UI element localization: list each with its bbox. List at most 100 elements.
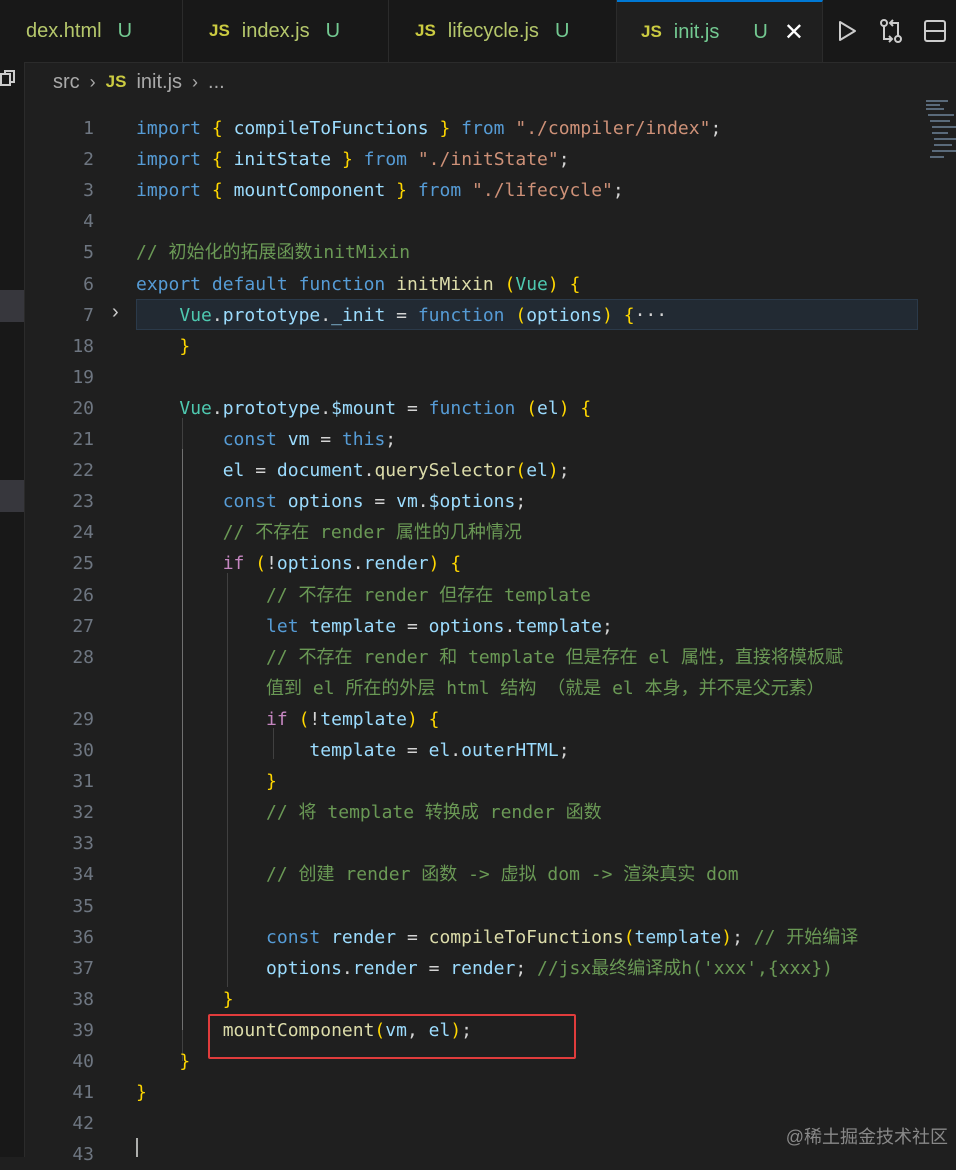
tab-index-js[interactable]: JS index.js U [183,0,389,62]
copy-icon[interactable] [0,70,18,88]
annotation-highlight-box [208,1014,576,1059]
code-line[interactable]: export default function initMixin (Vue) … [136,269,580,300]
code-line[interactable]: // 创建 render 函数 -> 虚拟 dom -> 渲染真实 dom [136,859,739,890]
breadcrumb-file[interactable]: init.js [136,71,182,94]
line-number: 26 [72,584,94,606]
minimap-line [932,132,948,134]
line-number: 4 [83,211,94,233]
tab-init-js[interactable]: JS init.js U ✕ [617,0,823,62]
minimap[interactable] [924,98,956,168]
close-icon[interactable]: ✕ [784,18,804,47]
line-number: 35 [72,895,94,917]
minimap-line [926,108,944,110]
code-line[interactable]: options.render = render; //jsx最终编译成h('xx… [136,953,833,984]
code-line[interactable]: } [136,984,234,1015]
line-number: 20 [72,397,94,419]
js-file-icon: JS [415,21,436,40]
compare-changes-icon[interactable] [876,16,906,46]
line-number: 3 [83,180,94,202]
code-line[interactable]: Vue.prototype._init = function (options)… [136,300,667,331]
minimap-line [926,104,940,106]
js-file-icon: JS [105,72,127,91]
code-line[interactable]: } [136,1046,190,1077]
line-number: 25 [72,553,94,575]
code-line[interactable]: // 不存在 render 属性的几种情况 [136,517,522,548]
line-number: 34 [72,864,94,886]
code-line[interactable]: // 将 template 转换成 render 函数 [136,797,602,828]
line-number: 41 [72,1082,94,1104]
line-number: 36 [72,926,94,948]
line-number: 30 [72,740,94,761]
code-line[interactable]: const vm = this; [136,424,396,455]
line-number: 31 [72,771,94,793]
code-line[interactable]: 值到 el 所在的外层 html 结构 （就是 el 本身，并不是父元素） [136,673,825,704]
code-line[interactable]: let template = options.template; [136,611,613,642]
code-line[interactable]: const render = compileToFunctions(templa… [136,922,858,953]
line-number: 7 [83,304,94,326]
fold-chevron-icon[interactable]: › [112,301,119,324]
code-editor[interactable]: › 1 2 3 4 5 6 7 18 19 20 21 22 23 24 25 26 27 28 29 30 31 32 3… [24,98,956,1165]
chevron-right-icon: › [192,71,199,92]
code-line[interactable]: // 不存在 render 但存在 template [136,580,591,611]
text-cursor [136,1138,138,1157]
line-number: 32 [72,802,94,824]
line-number: 42 [72,1113,94,1135]
breadcrumb-more[interactable]: ... [208,71,225,94]
minimap-line [934,144,952,146]
tab-label: dex.html [26,19,102,42]
minimap-line [928,114,954,116]
line-number: 1 [83,118,94,139]
tab-label: init.js [673,20,720,43]
code-line[interactable]: import { initState } from "./initState"; [136,144,570,175]
minimap-line [932,150,956,152]
line-number: 2 [83,149,94,171]
breadcrumb: src › JS init.js › ... [53,66,225,98]
sidebar-selection-marker[interactable] [0,290,24,322]
code-line[interactable]: // 不存在 render 和 template 但是存在 el 属性，直接将模… [136,642,843,673]
line-number: 5 [83,242,94,264]
tab-label: lifecycle.js [447,19,539,42]
minimap-line [930,156,944,158]
sidebar-selection-marker[interactable] [0,480,24,512]
code-line[interactable]: if (!options.render) { [136,548,461,579]
code-line[interactable]: template = el.outerHTML; [136,735,569,766]
line-number: 29 [72,708,94,730]
line-number: 39 [72,1019,94,1041]
line-number: 19 [72,366,94,388]
line-number: 6 [83,273,94,295]
code-line[interactable]: } [136,766,277,797]
untracked-badge: U [753,20,768,43]
tab-label: index.js [241,19,310,42]
code-line[interactable]: // 初始化的拓展函数initMixin [136,237,410,268]
run-icon[interactable] [832,16,862,46]
code-line[interactable]: } [136,1077,147,1108]
line-number-gutter: 1 2 3 4 5 6 7 18 19 20 21 22 23 24 25 26 27 28 29 30 31 32 33 3… [24,98,94,1165]
code-line[interactable]: if (!template) { [136,704,439,735]
watermark: @稀土掘金技术社区 [785,1127,948,1147]
code-line[interactable]: Vue.prototype.$mount = function (el) { [136,393,591,424]
chevron-right-icon: › [89,71,96,92]
code-line[interactable]: import { compileToFunctions } from "./co… [136,113,721,144]
line-number: 27 [72,615,94,637]
breadcrumb-folder[interactable]: src [53,71,80,94]
tab-index-html[interactable]: dex.html U [0,0,183,62]
line-number: 38 [72,988,94,1010]
untracked-badge: U [325,19,341,42]
line-number: 18 [72,335,94,357]
minimap-line [930,120,950,122]
minimap-line [932,126,956,128]
code-line[interactable]: import { mountComponent } from "./lifecy… [136,175,624,206]
code-line[interactable]: } [136,331,190,362]
activity-bar [0,62,25,1157]
line-number: 40 [72,1051,94,1072]
code-area[interactable]: import { compileToFunctions } from "./co… [136,98,936,1157]
split-editor-icon[interactable] [920,16,950,46]
tab-lifecycle-js[interactable]: JS lifecycle.js U [389,0,617,62]
line-number: 33 [72,833,94,855]
code-line[interactable]: const options = vm.$options; [136,486,526,517]
code-line[interactable]: el = document.querySelector(el); [136,455,570,486]
js-file-icon: JS [641,22,662,41]
line-number: 23 [72,491,94,513]
line-number: 37 [72,957,94,979]
line-number: 28 [72,646,94,668]
